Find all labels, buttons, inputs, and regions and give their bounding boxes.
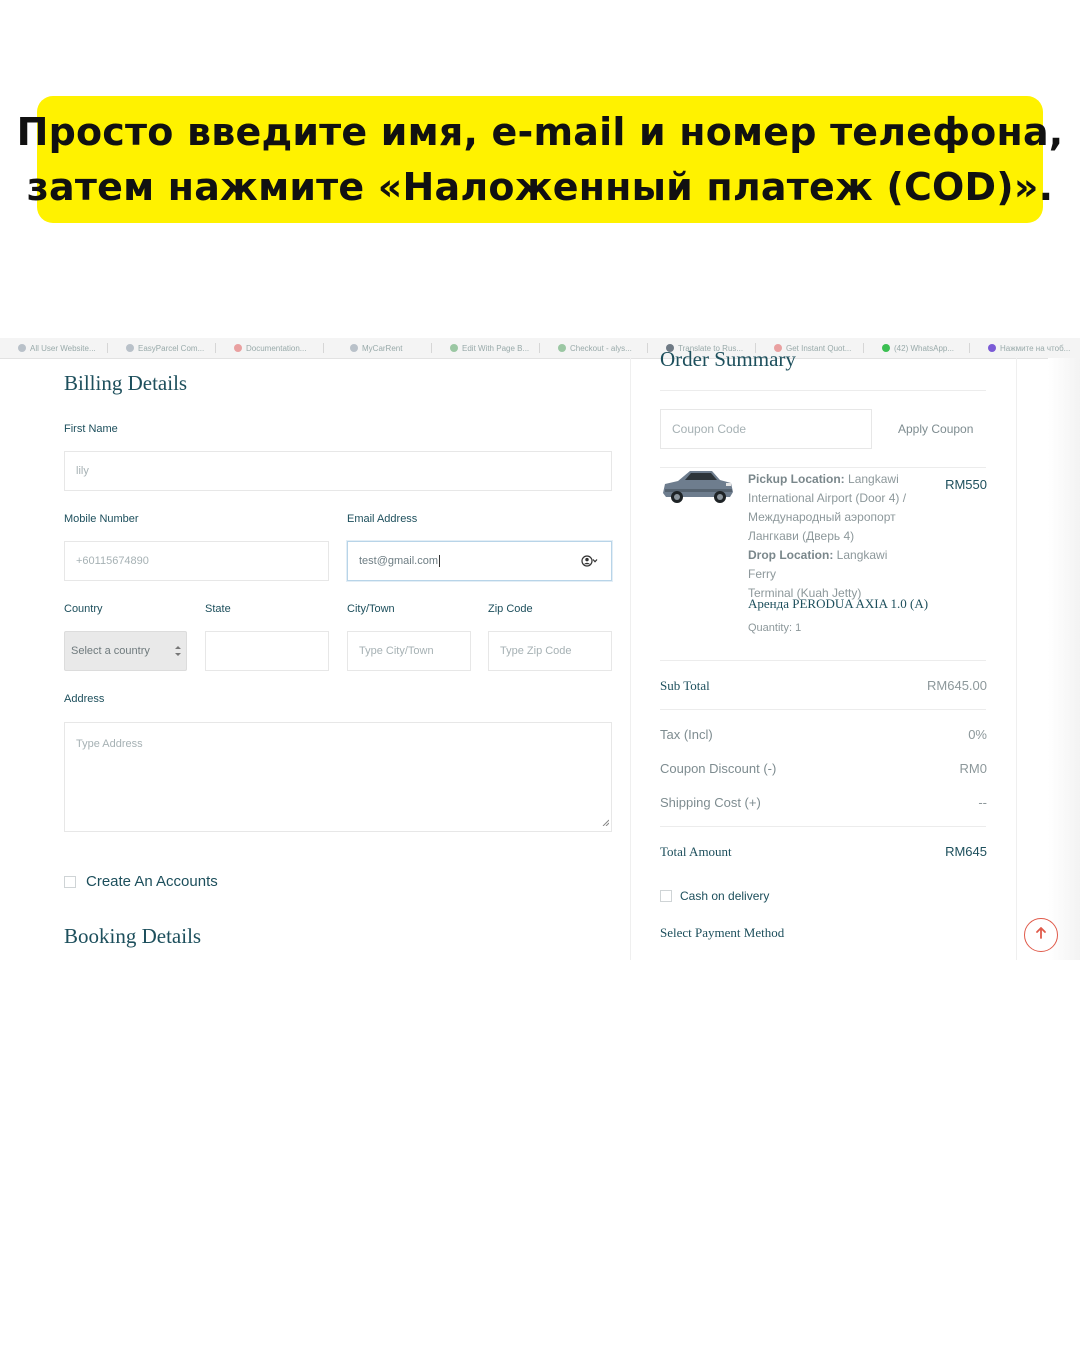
favicon-icon (988, 344, 996, 352)
favicon-icon (126, 344, 134, 352)
scroll-to-top-button[interactable] (1024, 918, 1058, 952)
apply-coupon-button[interactable]: Apply Coupon (898, 422, 973, 436)
total-amount-value: RM645 (945, 844, 987, 859)
favicon-icon (234, 344, 242, 352)
bookmark-item[interactable]: Documentation... (234, 343, 324, 353)
browser-bookmarks-bar: All User Website... EasyParcel Com... Do… (0, 338, 1080, 359)
order-item-price: RM550 (945, 477, 987, 492)
city-label: City/Town (347, 603, 395, 615)
pickup-location-line-1: Langkawi (848, 472, 899, 486)
select-arrows-icon (175, 644, 181, 661)
coupon-code-input[interactable]: Coupon Code (660, 409, 872, 449)
shipping-cost-value: -- (978, 795, 987, 810)
bookmark-item[interactable]: EasyParcel Com... (126, 343, 216, 353)
country-label: Country (64, 603, 103, 615)
drop-location-label: Drop Location: (748, 548, 834, 562)
create-account-label: Create An Accounts (86, 873, 218, 890)
zip-code-input[interactable]: Type Zip Code (488, 631, 612, 671)
tax-label: Tax (Incl) (660, 727, 713, 742)
bookmark-item[interactable]: Checkout - alys... (558, 343, 648, 353)
address-textarea[interactable]: Type Address (64, 722, 612, 832)
cash-on-delivery-label[interactable]: Cash on delivery (680, 889, 769, 903)
billing-details-heading: Billing Details (64, 371, 188, 395)
order-summary-panel: Order Summary Coupon Code Apply Coupon P… (630, 347, 1017, 960)
mobile-number-input[interactable]: +60115674890 (64, 541, 329, 581)
sub-total-label: Sub Total (660, 678, 710, 693)
shipping-cost-label: Shipping Cost (+) (660, 795, 761, 810)
checkout-screenshot: All User Website... EasyParcel Com... Do… (0, 338, 1080, 960)
autofill-user-icon[interactable] (581, 555, 599, 567)
cash-on-delivery-checkbox[interactable] (660, 890, 672, 902)
country-select-value: Select a country (71, 645, 150, 657)
bookmark-item[interactable]: Edit With Page B... (450, 343, 540, 353)
divider (660, 660, 986, 661)
favicon-icon (450, 344, 458, 352)
instruction-banner: Просто введите имя, e-mail и номер телеф… (17, 96, 1063, 223)
country-select[interactable]: Select a country (64, 631, 187, 671)
car-thumbnail (660, 463, 736, 512)
coupon-discount-label: Coupon Discount (-) (660, 761, 777, 776)
pickup-location-line-2: International Airport (Door 4) / (748, 491, 907, 505)
order-summary-heading: Order Summary (660, 347, 796, 371)
favicon-icon (18, 344, 26, 352)
coupon-discount-value: RM0 (959, 761, 987, 776)
email-address-label: Email Address (347, 513, 418, 525)
zip-code-label: Zip Code (488, 603, 533, 615)
booking-details-heading: Booking Details (64, 924, 202, 948)
banner-line-2: затем нажмите «Наложенный платеж (COD)». (26, 164, 1054, 209)
pickup-location-label: Pickup Location: (748, 472, 845, 486)
divider (660, 390, 986, 391)
bookmark-item[interactable]: Нажмите на чтоб... (988, 343, 1078, 353)
text-caret (439, 555, 441, 567)
tax-value: 0% (968, 727, 987, 742)
first-name-input[interactable]: lily (64, 451, 612, 491)
mobile-number-label: Mobile Number (64, 513, 139, 525)
bookmark-item[interactable]: (42) WhatsApp... (882, 343, 970, 353)
select-payment-method-label: Select Payment Method (660, 925, 785, 940)
resize-handle-icon[interactable] (602, 817, 610, 829)
state-input[interactable] (205, 631, 329, 671)
pickup-location-line-4: Лангкави (Дверь 4) (748, 529, 855, 543)
pickup-location-line-3: Международный аэропорт (748, 510, 896, 524)
first-name-label: First Name (64, 423, 118, 435)
total-amount-label: Total Amount (660, 844, 732, 859)
address-placeholder: Type Address (76, 738, 143, 750)
address-label: Address (64, 693, 105, 705)
page-edge-shadow (1048, 358, 1080, 960)
divider (660, 826, 986, 827)
favicon-icon (558, 344, 566, 352)
arrow-up-icon (1034, 926, 1048, 945)
email-address-input[interactable]: test@gmail.com (347, 541, 612, 581)
bookmark-item[interactable]: All User Website... (18, 343, 108, 353)
favicon-icon (350, 344, 358, 352)
order-item-name: Аренда PERODUA AXIA 1.0 (A) (748, 596, 929, 611)
favicon-icon (882, 344, 890, 352)
email-value: test@gmail.com (359, 555, 439, 567)
banner-line-1: Просто введите имя, e-mail и номер телеф… (16, 109, 1064, 154)
bookmark-item[interactable]: MyCarRent (350, 343, 432, 353)
sub-total-value: RM645.00 (927, 678, 987, 693)
city-input[interactable]: Type City/Town (347, 631, 471, 671)
divider (660, 709, 986, 710)
order-item-locations: Pickup Location: Langkawi International … (748, 470, 918, 603)
order-item-quantity: Quantity: 1 (748, 622, 802, 634)
create-account-checkbox[interactable] (64, 876, 76, 888)
state-label: State (205, 603, 231, 615)
